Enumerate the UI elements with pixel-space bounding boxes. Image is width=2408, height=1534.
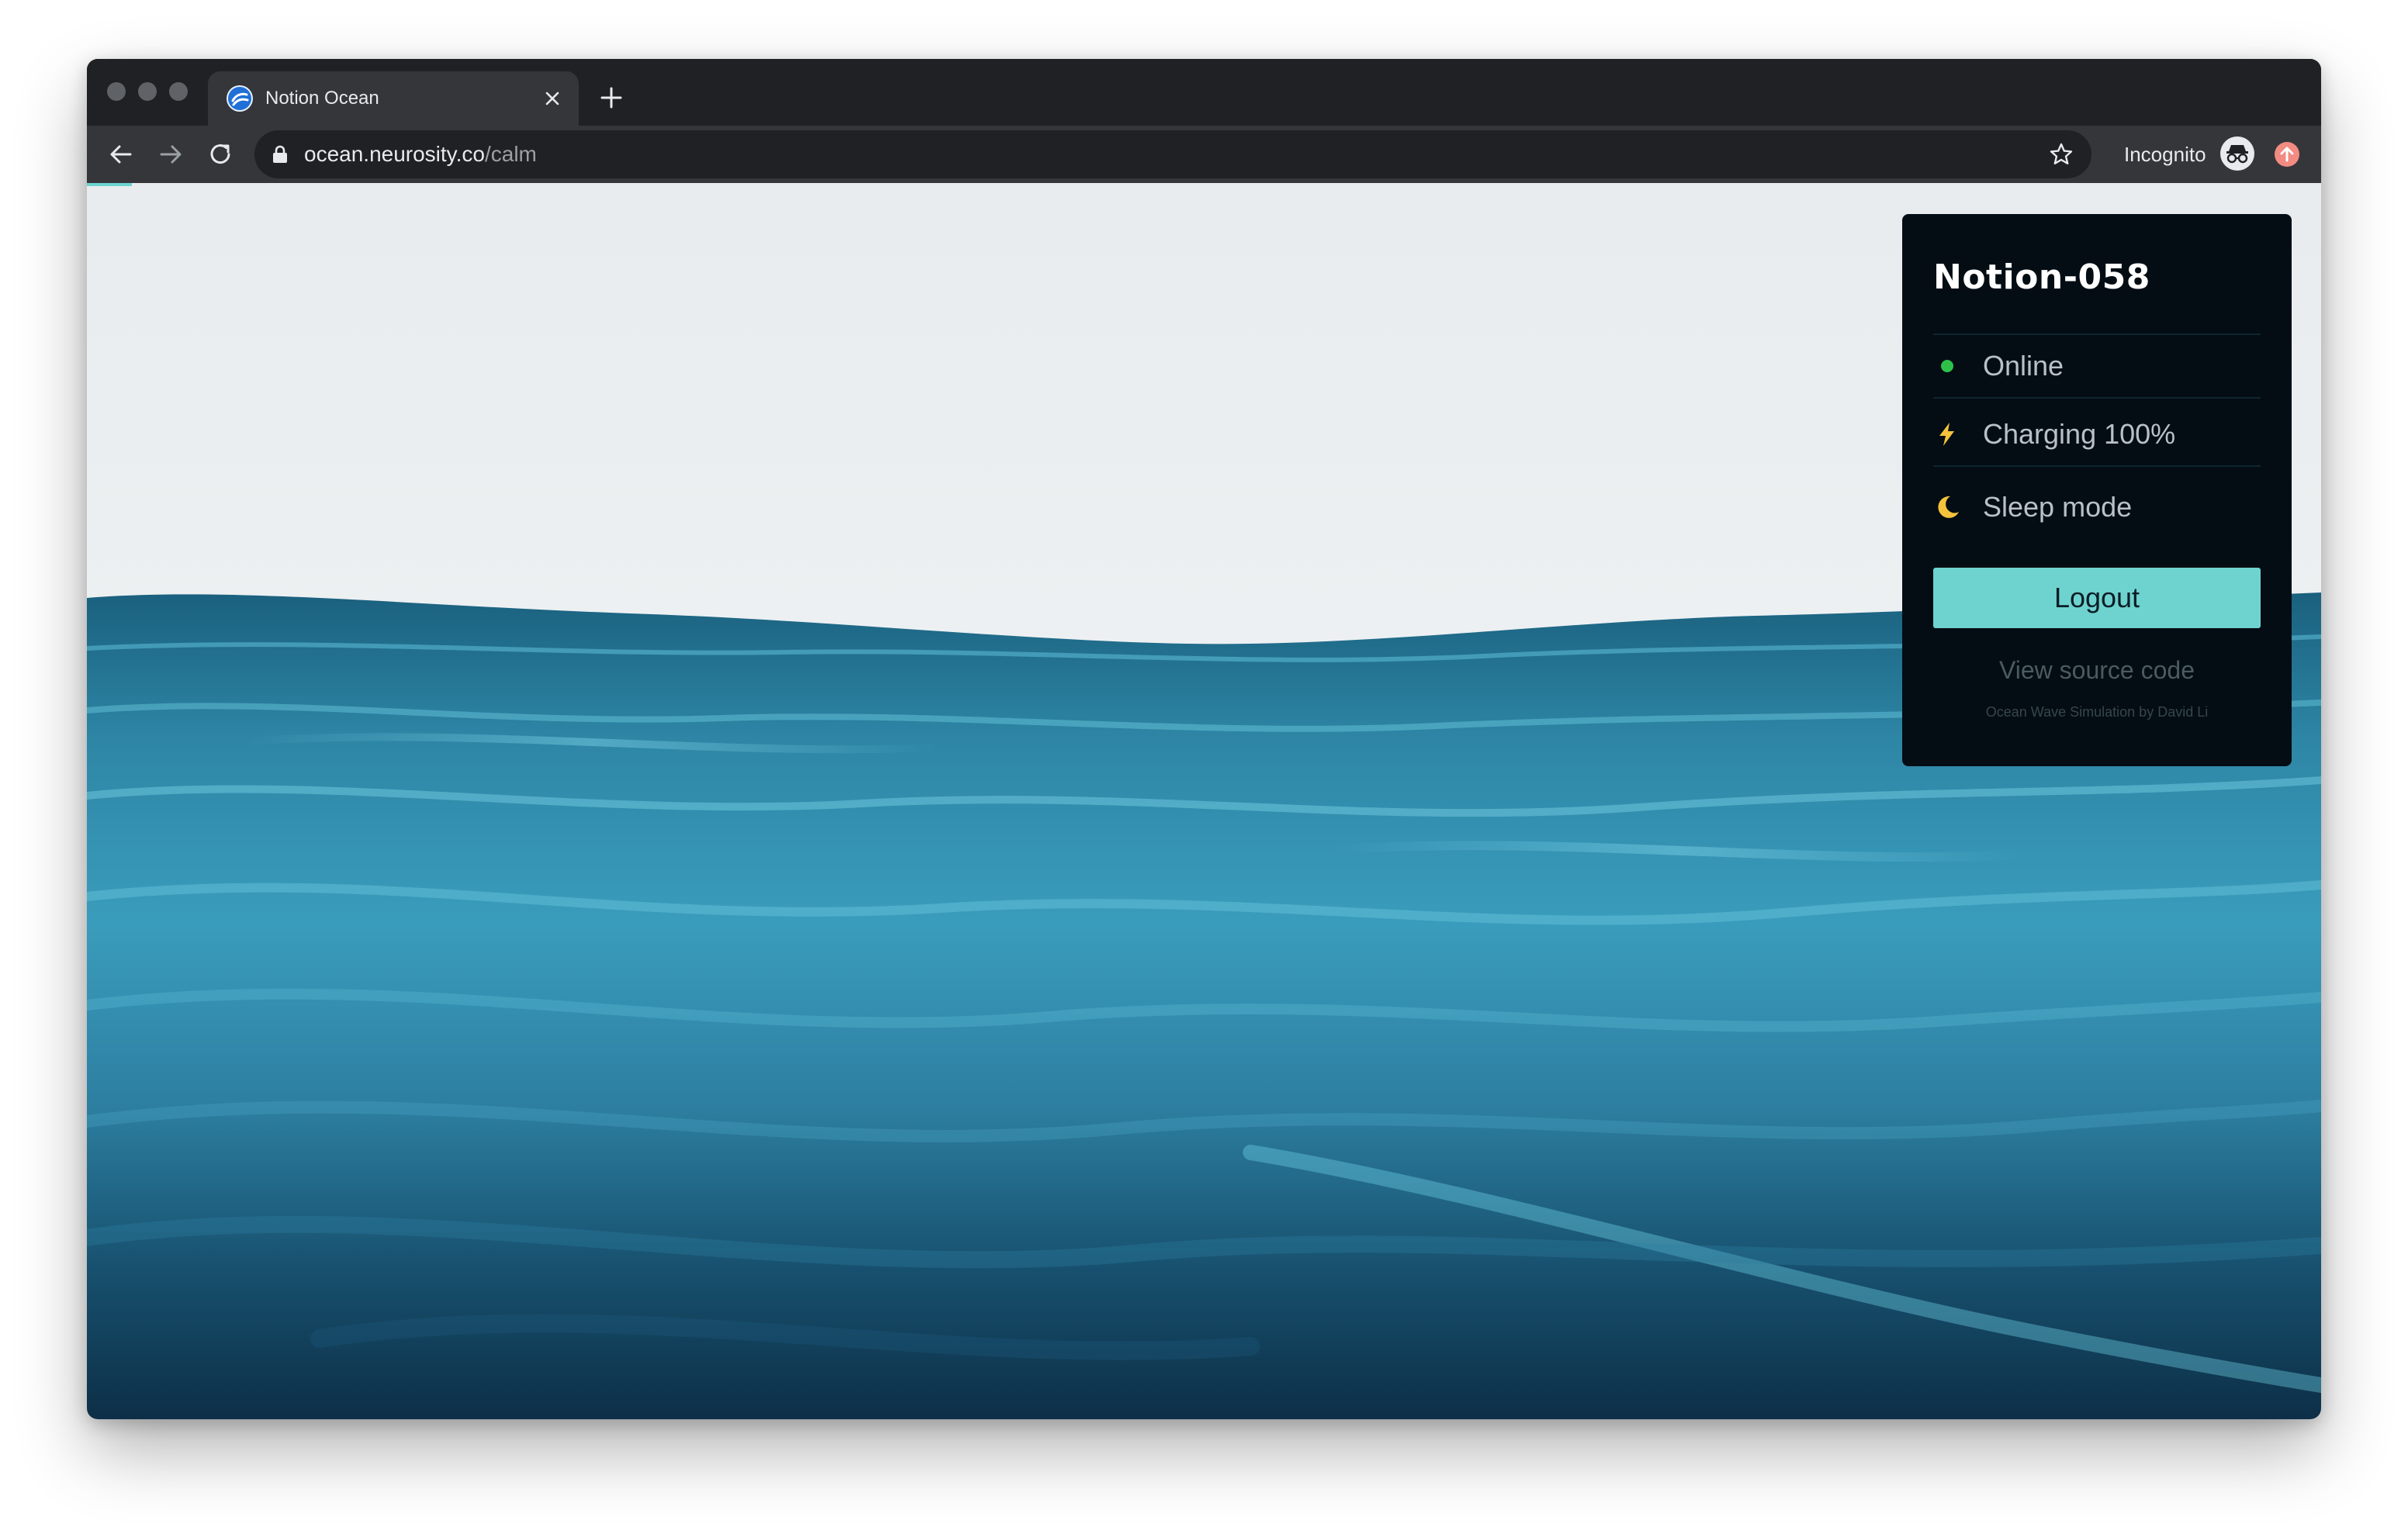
back-arrow-icon[interactable] bbox=[106, 139, 137, 170]
tab-title: Notion Ocean bbox=[265, 88, 379, 109]
online-dot-icon bbox=[1933, 352, 1961, 380]
maximize-window-button[interactable] bbox=[169, 82, 188, 101]
status-row-online: Online bbox=[1933, 344, 2261, 388]
url-text: ocean.neurosity.co/calm bbox=[304, 140, 537, 168]
tab-strip: Notion Ocean bbox=[87, 59, 2321, 126]
credit-text: Ocean Wave Simulation by David Li bbox=[1985, 704, 2209, 720]
device-name: Notion-058 bbox=[1933, 257, 2150, 297]
new-tab-icon[interactable] bbox=[597, 84, 625, 112]
divider bbox=[1933, 397, 2261, 399]
status-row-charging: Charging 100% bbox=[1933, 413, 2261, 456]
browser-toolbar: ocean.neurosity.co/calm Incognito bbox=[87, 126, 2321, 183]
status-row-sleep: Sleep mode bbox=[1933, 485, 2261, 529]
divider bbox=[1933, 465, 2261, 467]
reload-icon[interactable] bbox=[205, 139, 236, 170]
update-available-icon[interactable] bbox=[2275, 142, 2299, 167]
forward-arrow-icon[interactable] bbox=[155, 139, 186, 170]
incognito-label: Incognito bbox=[2124, 143, 2206, 166]
logout-button[interactable]: Logout bbox=[1933, 568, 2261, 628]
status-label: Sleep mode bbox=[1983, 491, 2133, 523]
minimize-window-button[interactable] bbox=[138, 82, 157, 101]
crescent-moon-icon bbox=[1933, 493, 1961, 521]
tab-close-icon[interactable] bbox=[540, 86, 565, 111]
incognito-icon[interactable] bbox=[2220, 136, 2254, 171]
url-path: /calm bbox=[484, 142, 537, 166]
loading-progress-indicator bbox=[87, 183, 132, 186]
view-source-link[interactable]: View source code bbox=[1933, 655, 2261, 686]
page-viewport: Notion-058 Online Charging 100% Sleep mo… bbox=[87, 183, 2321, 1419]
browser-window: Notion Ocean ocean.neurosity.co/calm Inc… bbox=[87, 59, 2321, 1419]
close-window-button[interactable] bbox=[107, 82, 126, 101]
lightning-bolt-icon bbox=[1933, 420, 1961, 448]
status-label: Charging 100% bbox=[1983, 418, 2176, 450]
url-host: ocean.neurosity.co bbox=[304, 142, 485, 166]
address-bar[interactable]: ocean.neurosity.co/calm bbox=[254, 130, 2091, 178]
divider bbox=[1933, 333, 2261, 335]
device-panel: Notion-058 Online Charging 100% Sleep mo… bbox=[1902, 214, 2292, 766]
bookmark-star-icon[interactable] bbox=[2048, 141, 2074, 168]
status-label: Online bbox=[1983, 350, 2064, 382]
browser-tab[interactable]: Notion Ocean bbox=[208, 71, 579, 126]
neurosity-logo-icon bbox=[227, 85, 253, 112]
lock-icon bbox=[272, 145, 289, 164]
